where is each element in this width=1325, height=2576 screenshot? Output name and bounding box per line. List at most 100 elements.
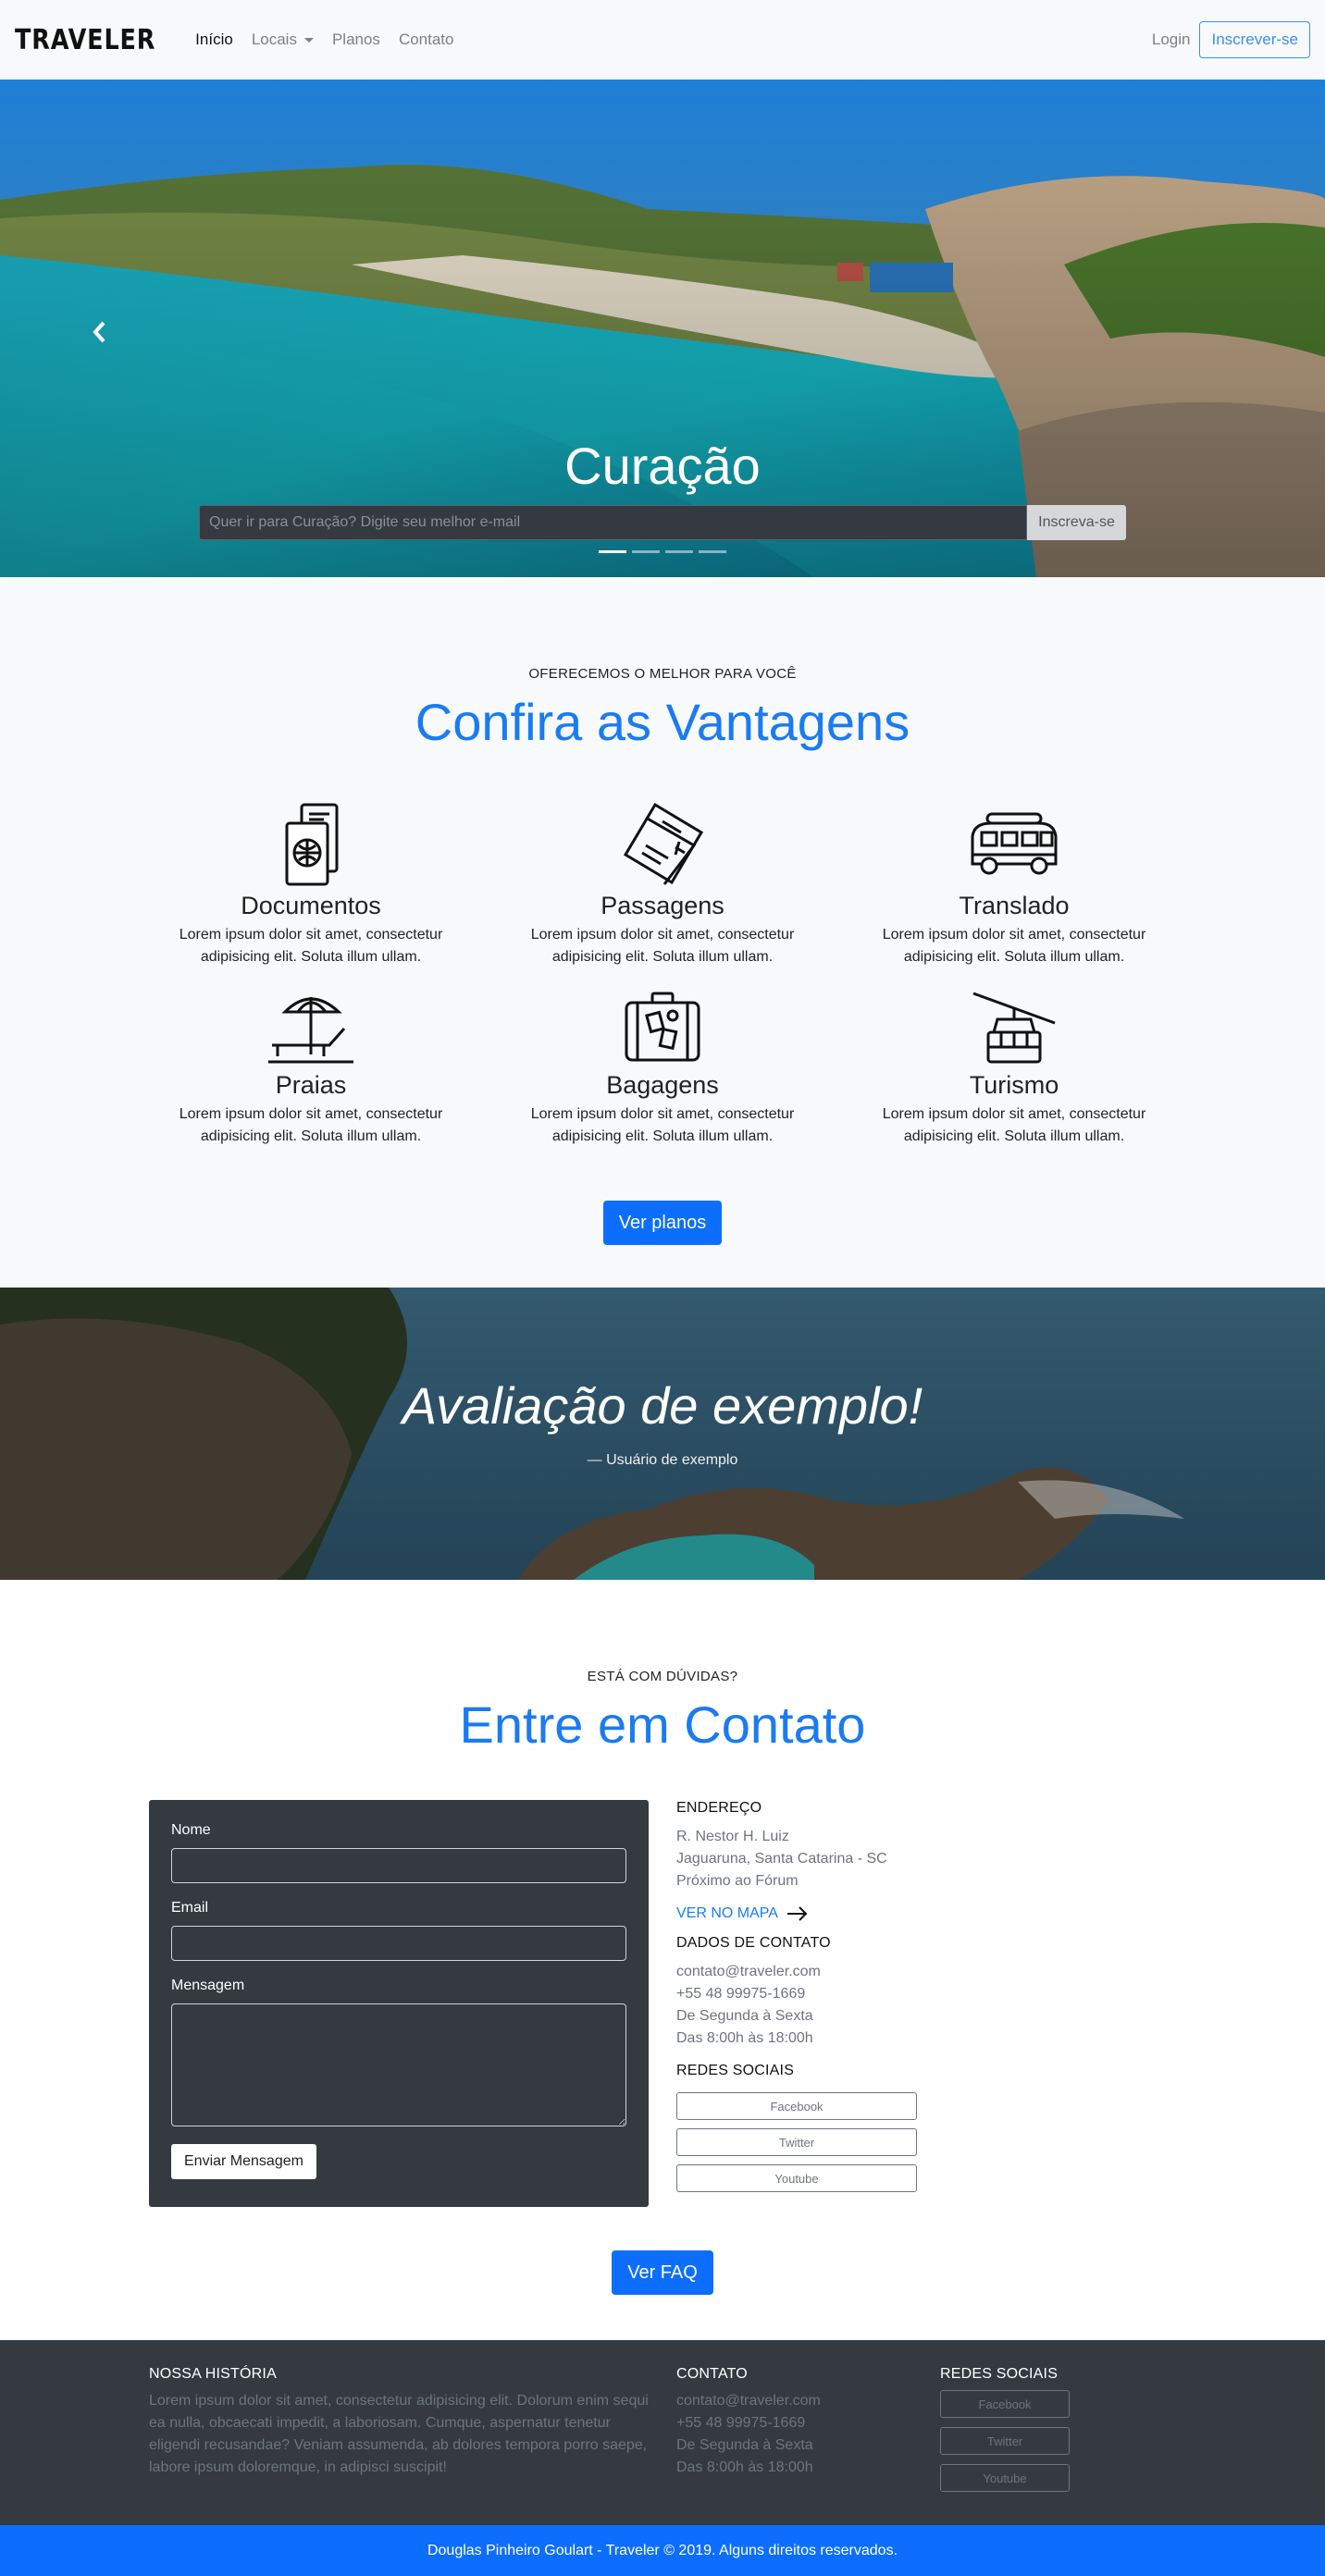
footer-twitter-button[interactable]: Twitter <box>940 2427 1070 2455</box>
passport-icon <box>285 803 339 886</box>
message-field[interactable] <box>171 2003 626 2126</box>
address-line: Próximo ao Fórum <box>676 1873 799 1889</box>
footer-contact-line: contato@traveler.com <box>676 2393 821 2409</box>
details-line: Das 8:00h às 18:00h <box>676 2030 813 2046</box>
view-map-label: VER NO MAPA <box>676 1905 778 1921</box>
message-label: Mensagem <box>171 1978 245 1993</box>
feature-documentos: Documentos Lorem ipsum dolor sit amet, c… <box>135 799 487 968</box>
hero-signup-form: Inscreva-se <box>199 505 1126 540</box>
feature-text: Lorem ipsum dolor sit amet, consectetur … <box>530 927 795 965</box>
hero-subscribe-button[interactable]: Inscreva-se <box>1027 505 1126 540</box>
footer-contact-line: Das 8:00h às 18:00h <box>676 2459 813 2475</box>
view-map-link[interactable]: VER NO MAPA <box>676 1905 954 1922</box>
feature-text: Lorem ipsum dolor sit amet, consectetur … <box>882 927 1146 965</box>
contact-section: ESTÁ COM DÚVIDAS? Entre em Contato Nome … <box>0 1580 1325 2340</box>
hero-beach-image <box>0 80 1325 577</box>
nav-link-locais[interactable]: Locais <box>252 31 314 49</box>
carousel-prev-icon[interactable] <box>91 320 107 344</box>
email-field[interactable] <box>171 1926 626 1961</box>
footer-facebook-button[interactable]: Facebook <box>940 2390 1070 2418</box>
contact-title: Entre em Contato <box>459 1695 866 1754</box>
copyright-bar: Douglas Pinheiro Goulart - Traveler © 20… <box>0 2525 1325 2576</box>
nav-link-locais-label: Locais <box>251 31 297 48</box>
feature-title: Turismo <box>969 1071 1059 1099</box>
testimonial-quote: Avaliação de exemplo! <box>402 1376 923 1435</box>
testimonial-section: Avaliação de exemplo! — Usuário de exemp… <box>0 1288 1325 1580</box>
chevron-down-icon <box>303 38 314 43</box>
navbar: TRAVELER Início Locais Planos Contato Lo… <box>0 0 1325 80</box>
signup-button[interactable]: Inscrever-se <box>1199 21 1310 58</box>
footer-history: NOSSA HISTÓRIA Lorem ipsum dolor sit ame… <box>149 2366 649 2479</box>
feature-text: Lorem ipsum dolor sit amet, consectetur … <box>179 927 443 965</box>
feature-title: Passagens <box>601 892 724 919</box>
van-icon <box>971 812 1058 875</box>
footer: NOSSA HISTÓRIA Lorem ipsum dolor sit ame… <box>0 2340 1325 2525</box>
hero-carousel: Curação Inscreva-se <box>0 80 1325 577</box>
brand-logo[interactable]: TRAVELER <box>15 24 155 56</box>
contact-eyebrow: ESTÁ COM DÚVIDAS? <box>587 1669 738 1684</box>
nav-link-inicio[interactable]: Início <box>195 31 233 49</box>
arrow-right-icon <box>786 1906 808 1921</box>
carousel-indicator[interactable] <box>699 550 726 553</box>
details-line: contato@traveler.com <box>676 1964 821 1979</box>
feature-translado: Translado Lorem ipsum dolor sit amet, co… <box>838 799 1190 968</box>
contact-form: Nome Email Mensagem Enviar Mensagem <box>149 1800 649 2207</box>
advantages-section: OFERECEMOS O MELHOR PARA VOCÊ Confira as… <box>0 577 1325 1288</box>
nav-link-contato[interactable]: Contato <box>399 31 454 49</box>
address-line: Jaguaruna, Santa Catarina - SC <box>676 1851 887 1867</box>
address-heading: ENDEREÇO <box>676 1800 762 1816</box>
details-line: De Segunda à Sexta <box>676 2008 813 2024</box>
copyright-text: Douglas Pinheiro Goulart - Traveler © 20… <box>427 2542 898 2558</box>
cable-car-icon <box>972 992 1056 1064</box>
carousel-indicator[interactable] <box>632 550 660 553</box>
nav-links: Início Locais Planos Contato <box>195 31 472 49</box>
contact-info: ENDEREÇO R. Nestor H. Luiz Jaguaruna, Sa… <box>676 1800 954 2200</box>
social-heading: REDES SOCIAIS <box>676 2063 795 2078</box>
footer-contact: CONTATO contato@traveler.com +55 48 9997… <box>676 2366 917 2479</box>
address-line: R. Nestor H. Luiz <box>676 1829 789 1844</box>
footer-youtube-button[interactable]: Youtube <box>940 2464 1070 2492</box>
send-message-button[interactable]: Enviar Mensagem <box>171 2144 316 2179</box>
feature-passagens: Passagens Lorem ipsum dolor sit amet, co… <box>487 799 838 968</box>
footer-contact-line: +55 48 99975-1669 <box>676 2415 806 2431</box>
hero-title: Curação <box>564 437 761 495</box>
youtube-button[interactable]: Youtube <box>676 2164 917 2192</box>
facebook-button[interactable]: Facebook <box>676 2092 917 2120</box>
hero-email-input[interactable] <box>199 505 1027 540</box>
feature-bagagens: Bagagens Lorem ipsum dolor sit amet, con… <box>487 990 838 1148</box>
footer-social: REDES SOCIAIS Facebook Twitter Youtube <box>940 2366 1125 2501</box>
nav-link-planos[interactable]: Planos <box>332 31 380 49</box>
beach-chair-icon <box>268 997 353 1064</box>
ticket-icon <box>623 802 704 885</box>
feature-turismo: Turismo Lorem ipsum dolor sit amet, cons… <box>838 990 1190 1148</box>
advantages-eyebrow: OFERECEMOS O MELHOR PARA VOCÊ <box>528 666 797 682</box>
details-heading: DADOS DE CONTATO <box>676 1935 831 1951</box>
nav-right: Login Inscrever-se <box>1152 21 1310 58</box>
carousel-indicators <box>0 550 1325 553</box>
carousel-indicator[interactable] <box>665 550 693 553</box>
name-label: Nome <box>171 1822 211 1838</box>
details-line: +55 48 99975-1669 <box>676 1986 806 2002</box>
twitter-button[interactable]: Twitter <box>676 2128 917 2156</box>
name-field[interactable] <box>171 1848 626 1883</box>
carousel-indicator[interactable] <box>599 550 626 553</box>
feature-text: Lorem ipsum dolor sit amet, consectetur … <box>530 1106 795 1144</box>
feature-title: Translado <box>959 892 1070 919</box>
footer-contact-line: De Segunda à Sexta <box>676 2437 813 2453</box>
view-plans-button[interactable]: Ver planos <box>603 1201 722 1245</box>
advantages-title: Confira as Vantagens <box>415 693 910 751</box>
feature-text: Lorem ipsum dolor sit amet, consectetur … <box>882 1106 1146 1144</box>
feature-praias: Praias Lorem ipsum dolor sit amet, conse… <box>135 990 487 1148</box>
feature-title: Bagagens <box>606 1071 719 1099</box>
feature-title: Praias <box>275 1071 347 1099</box>
footer-contact-heading: CONTATO <box>676 2366 748 2382</box>
login-link[interactable]: Login <box>1152 31 1191 49</box>
view-faq-button[interactable]: Ver FAQ <box>612 2250 713 2295</box>
footer-history-text: Lorem ipsum dolor sit amet, consectetur … <box>149 2393 649 2475</box>
footer-history-heading: NOSSA HISTÓRIA <box>149 2366 277 2382</box>
email-label: Email <box>171 1900 209 1916</box>
suitcase-icon <box>625 992 700 1062</box>
footer-social-heading: REDES SOCIAIS <box>940 2366 1059 2382</box>
testimonial-author: — Usuário de exemplo <box>587 1452 738 1468</box>
feature-title: Documentos <box>241 892 381 919</box>
